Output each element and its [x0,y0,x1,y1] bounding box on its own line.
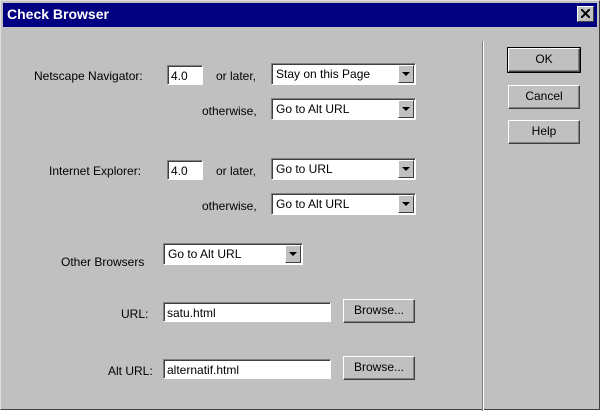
netscape-or-later-label: or later, [216,69,257,83]
dropdown-button[interactable] [398,100,414,118]
chevron-down-icon [402,72,410,76]
chevron-down-icon [289,252,297,256]
close-icon [581,9,590,18]
netscape-otherwise-label: otherwise, [202,104,257,118]
dropdown-button[interactable] [398,160,414,178]
other-browsers-value: Go to Alt URL [168,247,242,261]
alt-url-browse-button[interactable]: Browse... [343,356,415,380]
ie-label: Internet Explorer: [49,164,142,178]
ie-or-later-label: or later, [216,164,257,178]
help-label: Help [531,124,557,138]
ie-otherwise-value: Go to Alt URL [276,197,350,211]
ie-otherwise-select[interactable]: Go to Alt URL [271,193,416,215]
ie-version-field[interactable]: 4.0 [167,160,203,180]
url-label: URL: [121,307,149,321]
cancel-button[interactable]: Cancel [508,85,580,109]
netscape-or-later-select[interactable]: Stay on this Page [271,63,416,85]
window-title: Check Browser [7,6,109,22]
dropdown-button[interactable] [398,65,414,83]
ie-or-later-select[interactable]: Go to URL [271,158,416,180]
netscape-label: Netscape Navigator: [34,69,143,83]
alt-url-browse-label: Browse... [353,360,404,374]
cancel-label: Cancel [525,89,563,103]
alt-url-label: Alt URL: [108,364,153,378]
url-input[interactable]: satu.html [163,302,331,322]
check-browser-dialog: Check Browser Netscape Navigator: 4.0 or… [0,0,600,411]
chevron-down-icon [402,202,410,206]
netscape-version-field[interactable]: 4.0 [167,65,203,85]
ie-or-later-value: Go to URL [276,162,333,176]
other-browsers-select[interactable]: Go to Alt URL [163,243,303,265]
vertical-divider [482,41,484,411]
netscape-otherwise-select[interactable]: Go to Alt URL [271,98,416,120]
ie-otherwise-label: otherwise, [202,199,257,213]
dropdown-button[interactable] [285,245,301,263]
other-browsers-label: Other Browsers [61,255,145,269]
alt-url-input[interactable]: alternatif.html [163,359,331,379]
url-browse-button[interactable]: Browse... [343,299,415,323]
ok-button[interactable]: OK [507,47,581,73]
url-browse-label: Browse... [353,303,404,317]
netscape-otherwise-value: Go to Alt URL [276,102,350,116]
chevron-down-icon [402,167,410,171]
help-button[interactable]: Help [508,120,580,144]
netscape-or-later-value: Stay on this Page [276,67,371,81]
close-button[interactable] [577,6,594,22]
title-bar[interactable]: Check Browser [3,3,597,27]
dropdown-button[interactable] [398,195,414,213]
ok-label: OK [535,52,553,66]
chevron-down-icon [402,107,410,111]
